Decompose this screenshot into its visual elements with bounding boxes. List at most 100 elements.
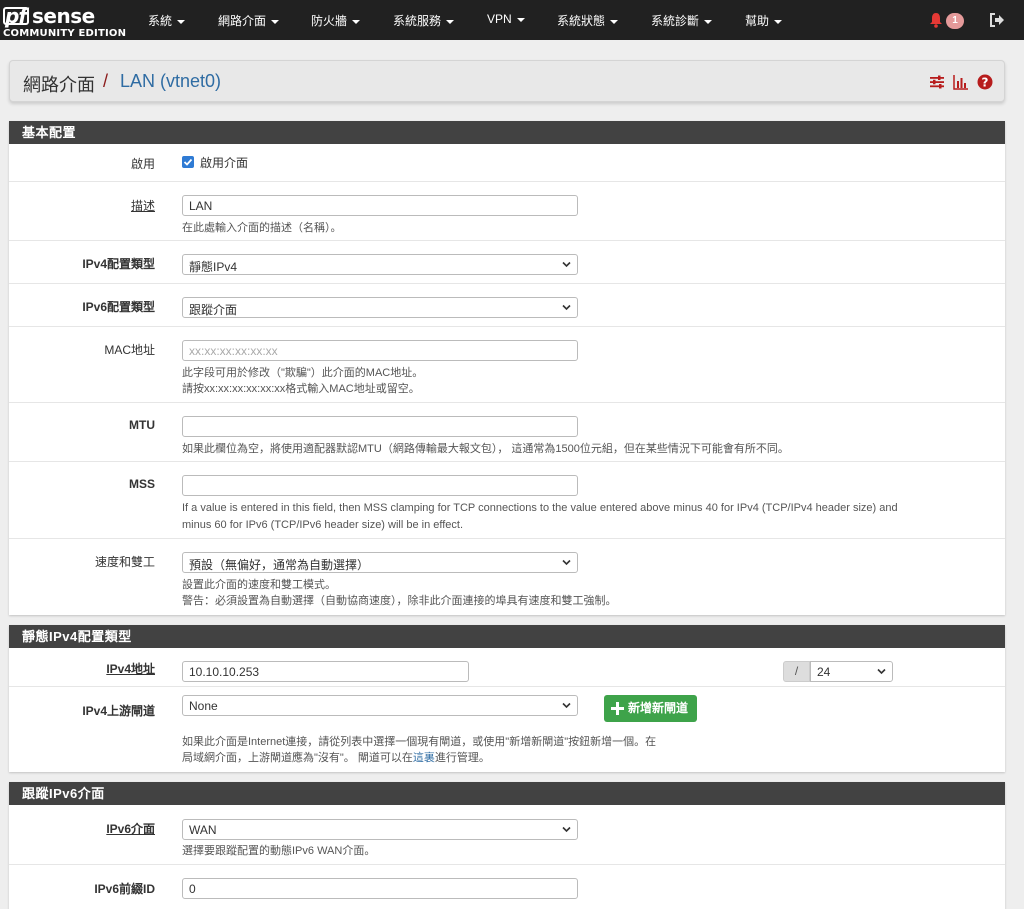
sliders-icon[interactable] <box>929 74 945 90</box>
prefix-id-label: IPv6前綴ID <box>94 882 155 896</box>
mss-input[interactable] <box>182 475 578 496</box>
svg-text:?: ? <box>982 75 989 89</box>
cidr-select[interactable]: 24 <box>810 661 893 682</box>
row-mac: MAC地址 xx:xx:xx:xx:xx:xx 此字段可用於修改（"欺騙"）此介… <box>9 327 1005 403</box>
logout-icon[interactable] <box>989 12 1005 28</box>
mss-help-2: minus 60 for IPv6 (TCP/IPv6 header size)… <box>182 519 464 531</box>
row-ipv4-gateway: IPv4上游閘道 None 新增新閘道 如果此介面是Internet連接，請從列… <box>9 687 1005 772</box>
chevron-down-icon <box>562 304 571 311</box>
chevron-down-icon <box>562 702 571 709</box>
panel-basic-config: 基本配置 啟用 啟用介面 描述 LAN 在此處輸入介面的描述（名稱）。 IPv4… <box>9 121 1005 615</box>
breadcrumb-section[interactable]: 網路介面 <box>23 71 95 97</box>
plus-icon <box>611 702 624 715</box>
caret-down-icon <box>516 17 525 22</box>
caret-down-icon <box>610 19 619 24</box>
ipv6-interface-help: 選擇要跟蹤配置的動態IPv6 WAN介面。 <box>182 845 376 857</box>
gateway-help-2a: 局域網介面，上游閘道應為"沒有"。 閘道可以在 <box>182 752 413 764</box>
prefix-id-input[interactable]: 0 <box>182 878 578 899</box>
gateway-manage-link[interactable]: 這裏 <box>413 752 435 764</box>
ipv6-type-select[interactable]: 跟蹤介面 <box>182 297 578 318</box>
help-icon[interactable]: ? <box>977 74 993 90</box>
nav-diagnostics-label: 系統診斷 <box>651 14 700 28</box>
mac-label: MAC地址 <box>104 343 155 357</box>
enable-checkbox-label[interactable]: 啟用介面 <box>200 154 248 171</box>
nav-system[interactable]: 系統 <box>148 12 186 29</box>
row-ipv6-type: IPv6配置類型 跟蹤介面 <box>9 284 1005 327</box>
panel-track-ipv6: 跟蹤IPv6介面 IPv6介面 WAN 選擇要跟蹤配置的動態IPv6 WAN介面… <box>9 782 1005 909</box>
chevron-down-icon <box>562 261 571 268</box>
bar-chart-icon[interactable] <box>953 74 969 90</box>
caret-down-icon <box>446 19 455 24</box>
row-mss: MSS If a value is entered in this field,… <box>9 462 1005 539</box>
ipv6-type-label: IPv6配置類型 <box>82 300 155 314</box>
speed-select[interactable]: 預設（無偏好，通常為自動選擇） <box>182 552 578 573</box>
description-input[interactable]: LAN <box>182 195 578 216</box>
bell-icon[interactable] <box>929 12 943 28</box>
speed-value: 預設（無偏好，通常為自動選擇） <box>189 558 370 572</box>
nav-interfaces[interactable]: 網路介面 <box>218 12 280 29</box>
add-gateway-label: 新增新閘道 <box>628 701 689 715</box>
mss-label: MSS <box>128 477 155 491</box>
nav-vpn-label: VPN <box>487 12 512 26</box>
row-ipv4-type: IPv4配置類型 靜態IPv4 <box>9 241 1005 284</box>
ipv6-interface-select[interactable]: WAN <box>182 819 578 840</box>
row-enable: 啟用 啟用介面 <box>9 144 1005 182</box>
caret-down-icon <box>774 19 783 24</box>
row-ipv6-prefix-id: IPv6前綴ID 0 <box>9 865 1005 909</box>
logo-main: sense <box>32 4 95 28</box>
speed-help-1: 設置此介面的速度和雙工模式。 <box>182 579 336 591</box>
speed-label: 速度和雙工 <box>94 555 155 569</box>
ipv6-interface-value: WAN <box>189 823 217 837</box>
mtu-input[interactable] <box>182 416 578 437</box>
ipv4-address-label: IPv4地址 <box>106 662 155 676</box>
nav-firewall[interactable]: 防火牆 <box>311 12 361 29</box>
nav-diagnostics[interactable]: 系統診斷 <box>651 12 713 29</box>
ipv4-address-input[interactable]: 10.10.10.253 <box>182 661 469 682</box>
gateway-help-2b: 進行管理。 <box>434 752 490 764</box>
chevron-down-icon <box>562 826 571 833</box>
add-gateway-button[interactable]: 新增新閘道 <box>604 695 698 722</box>
description-label: 描述 <box>130 199 155 213</box>
cidr-value: 24 <box>817 665 831 679</box>
mac-help-2: 請按xx:xx:xx:xx:xx:xx格式輸入MAC地址或留空。 <box>182 383 420 395</box>
pfsense-logo[interactable]: pf sense COMMUNITY EDITION <box>3 4 128 39</box>
enable-label: 啟用 <box>130 157 155 171</box>
nav-help[interactable]: 幫助 <box>745 12 783 29</box>
gateway-select[interactable]: None <box>182 695 578 716</box>
breadcrumb-page[interactable]: LAN (vtnet0) <box>120 71 221 92</box>
row-ipv6-interface: IPv6介面 WAN 選擇要跟蹤配置的動態IPv6 WAN介面。 <box>9 805 1005 865</box>
notification-badge[interactable]: 1 <box>946 13 964 29</box>
panel-static-ipv4-title: 靜態IPv4配置類型 <box>9 625 1005 648</box>
nav-status[interactable]: 系統狀態 <box>557 12 619 29</box>
nav-firewall-label: 防火牆 <box>311 14 348 28</box>
nav-vpn[interactable]: VPN <box>487 12 525 26</box>
ipv4-type-select[interactable]: 靜態IPv4 <box>182 254 578 275</box>
gateway-help-2: 局域網介面，上游閘道應為"沒有"。 閘道可以在這裏進行管理。 <box>182 750 490 766</box>
ipv6-interface-label: IPv6介面 <box>106 822 155 836</box>
mtu-label: MTU <box>129 418 155 432</box>
gateway-value: None <box>189 699 218 713</box>
mss-help-1: If a value is entered in this field, the… <box>182 502 898 514</box>
cidr-slash-addon: / <box>783 661 810 682</box>
enable-checkbox[interactable] <box>182 156 194 168</box>
mac-input[interactable]: xx:xx:xx:xx:xx:xx <box>182 340 578 361</box>
nav-system-label: 系統 <box>148 14 173 28</box>
nav-services[interactable]: 系統服務 <box>393 12 455 29</box>
gateway-help-1: 如果此介面是Internet連接，請從列表中選擇一個現有閘道，或使用"新增新閘道… <box>182 736 657 748</box>
nav-interfaces-label: 網路介面 <box>218 14 267 28</box>
panel-basic-title: 基本配置 <box>9 121 1005 144</box>
caret-down-icon <box>177 19 186 24</box>
row-speed: 速度和雙工 預設（無偏好，通常為自動選擇） 設置此介面的速度和雙工模式。 警告：… <box>9 539 1005 615</box>
check-icon <box>183 158 193 166</box>
row-mtu: MTU 如果此欄位為空，將使用適配器默認MTU（網路傳輸最大報文包）， 這通常為… <box>9 403 1005 462</box>
mac-help-1: 此字段可用於修改（"欺騙"）此介面的MAC地址。 <box>182 367 424 379</box>
ipv4-type-label: IPv4配置類型 <box>82 257 155 271</box>
caret-down-icon <box>271 19 280 24</box>
row-description: 描述 LAN 在此處輸入介面的描述（名稱）。 <box>9 182 1005 241</box>
nav-services-label: 系統服務 <box>393 14 442 28</box>
row-ipv4-address: IPv4地址 10.10.10.253 / 24 <box>9 648 1005 687</box>
breadcrumb-separator: / <box>103 71 109 91</box>
nav-status-label: 系統狀態 <box>557 14 606 28</box>
chevron-down-icon <box>562 559 571 566</box>
chevron-down-icon <box>877 668 886 675</box>
